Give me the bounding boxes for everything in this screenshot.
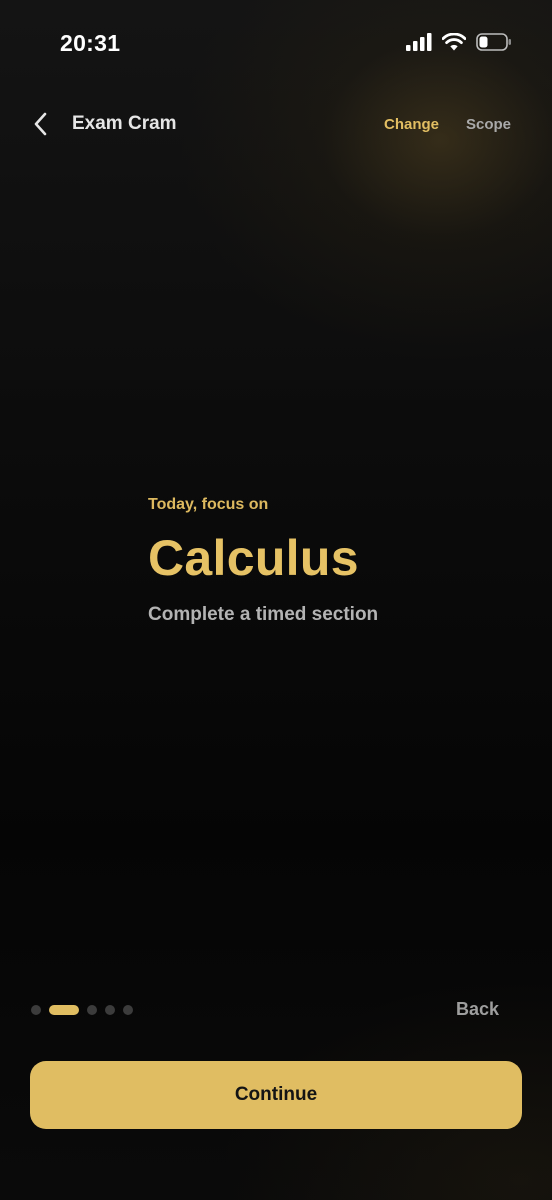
focus-eyebrow: Today, focus on [148, 496, 269, 513]
nav-title: Exam Cram [72, 113, 177, 134]
scope-button[interactable]: Scope [466, 116, 511, 133]
status-time: 20:31 [60, 30, 121, 56]
focus-content: Today, focus on Calculus Complete a time… [148, 494, 528, 628]
back-button[interactable]: Back [456, 999, 499, 1020]
page-dot-active [49, 1005, 79, 1015]
status-bar: 20:31 [0, 0, 552, 90]
continue-button[interactable]: Continue [30, 1061, 522, 1129]
page-dot [105, 1005, 115, 1015]
continue-label: Continue [234, 1084, 318, 1105]
signal-icon [406, 33, 432, 56]
focus-subject: Calculus [148, 530, 359, 586]
page-dot [123, 1005, 133, 1015]
back-chevron-icon[interactable] [30, 110, 54, 138]
change-button[interactable]: Change [384, 116, 439, 133]
focus-task: Complete a timed section [148, 604, 379, 625]
status-icons [406, 32, 512, 56]
nav-bar: Exam Cram Change Scope [0, 100, 552, 150]
page-dot [31, 1005, 41, 1015]
wifi-icon [441, 32, 467, 56]
battery-icon [476, 33, 512, 56]
page-dot [87, 1005, 97, 1015]
focus-screen: 20:31 Exam Cram Change Scope Today, focu… [0, 0, 552, 1200]
page-indicator [31, 1005, 133, 1015]
